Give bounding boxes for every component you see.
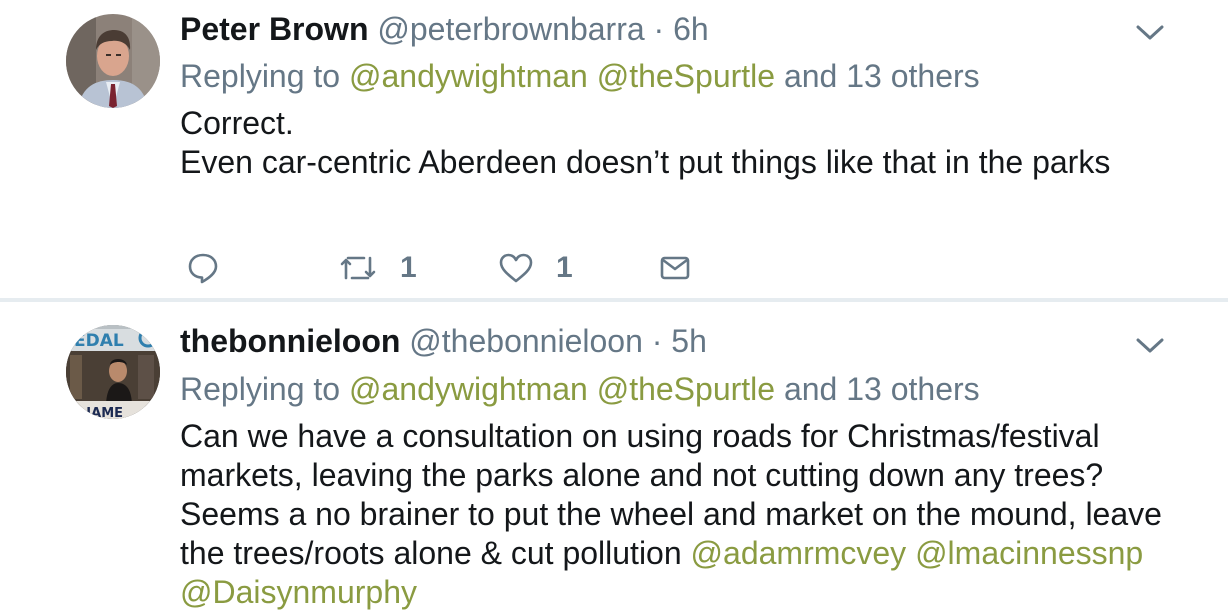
mention-link[interactable]: @andywightman: [349, 371, 588, 407]
chevron-down-icon[interactable]: [1133, 20, 1167, 44]
replying-to-label: Replying to: [180, 58, 341, 94]
direct-message-icon: [658, 251, 692, 285]
display-name[interactable]: Peter Brown: [180, 11, 368, 47]
separator-dot: ·: [653, 11, 665, 47]
tweet[interactable]: Peter Brown @peterbrownbarra · 6h Replyi…: [0, 0, 1228, 300]
others-link[interactable]: and 13 others: [784, 58, 980, 94]
avatar-photo: [66, 14, 160, 108]
tweet-header: Peter Brown @peterbrownbarra · 6h: [180, 10, 709, 48]
replying-to: Replying to @andywightman @theSpurtle an…: [180, 57, 980, 95]
tweet[interactable]: EDAL RLIAME thebonnieloon @thebonnieloon…: [0, 300, 1228, 614]
mention-link[interactable]: @theSpurtle: [597, 58, 775, 94]
tweet-text-line: Even car-centric Aberdeen doesn’t put th…: [180, 144, 1111, 180]
separator-dot: ·: [651, 323, 663, 359]
user-handle[interactable]: @peterbrownbarra: [377, 11, 644, 47]
mention-link[interactable]: @Daisynmurphy: [180, 574, 417, 610]
avatar[interactable]: [66, 14, 160, 108]
like-count: 1: [556, 251, 573, 284]
like-icon: [498, 251, 534, 285]
tweet-header: thebonnieloon @thebonnieloon · 5h: [180, 322, 707, 360]
others-link[interactable]: and 13 others: [784, 371, 980, 407]
user-handle[interactable]: @thebonnieloon: [409, 323, 643, 359]
retweet-icon: [338, 251, 378, 285]
avatar-photo: EDAL RLIAME: [66, 325, 160, 419]
mention-link[interactable]: @adamrmcvey: [691, 535, 907, 571]
reply-button[interactable]: [186, 248, 220, 288]
timestamp[interactable]: 6h: [673, 11, 709, 47]
timestamp[interactable]: 5h: [671, 323, 707, 359]
avatar[interactable]: EDAL RLIAME: [66, 325, 160, 419]
tweet-text-line: Correct.: [180, 105, 294, 141]
svg-text:RLIAME: RLIAME: [68, 406, 123, 419]
direct-message-button[interactable]: [658, 248, 692, 288]
replying-to-label: Replying to: [180, 371, 341, 407]
svg-text:EDAL: EDAL: [74, 331, 124, 351]
display-name[interactable]: thebonnieloon: [180, 323, 400, 359]
tweet-actions: 1 1: [0, 248, 1228, 288]
tweet-text: Correct. Even car-centric Aberdeen doesn…: [180, 104, 1180, 182]
like-button[interactable]: 1: [498, 248, 573, 288]
reply-icon: [186, 251, 220, 285]
tweet-text: Can we have a consultation on using road…: [180, 417, 1190, 612]
replying-to: Replying to @andywightman @theSpurtle an…: [180, 370, 980, 408]
chevron-down-icon[interactable]: [1133, 333, 1167, 357]
retweet-button[interactable]: 1: [338, 248, 417, 288]
retweet-count: 1: [400, 251, 417, 284]
mention-link[interactable]: @andywightman: [349, 58, 588, 94]
mention-link[interactable]: @theSpurtle: [597, 371, 775, 407]
mention-link[interactable]: @lmacinnessnp: [915, 535, 1143, 571]
